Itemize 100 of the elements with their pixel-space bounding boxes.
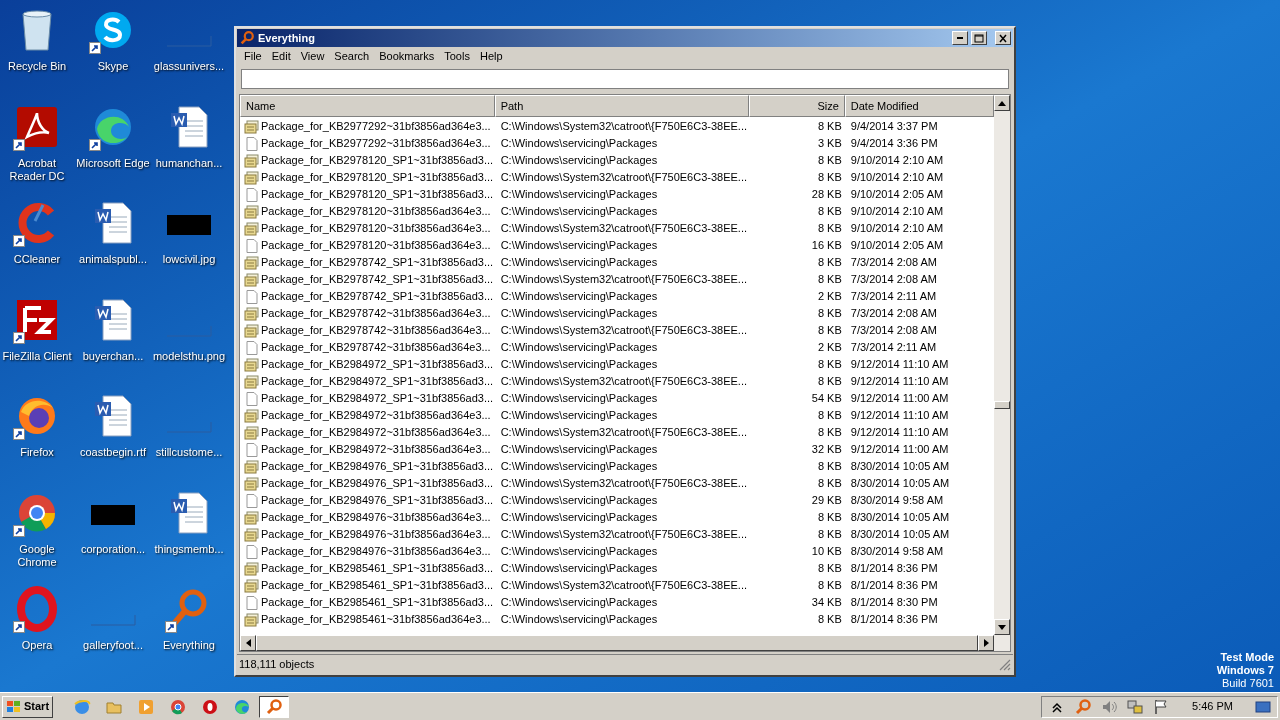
file-name[interactable]: Package_for_KB2984972~31bf3856ad364e3...: [261, 407, 491, 424]
file-name[interactable]: Package_for_KB2984972~31bf3856ad364e3...: [261, 424, 491, 441]
file-icon: [244, 187, 260, 202]
menu-item[interactable]: Bookmarks: [374, 48, 440, 65]
menu-item[interactable]: File: [239, 48, 267, 65]
desktop-icon-label[interactable]: lowcivil.jpg: [151, 253, 227, 267]
column-header[interactable]: Size: [749, 95, 845, 117]
file-path: C:\Windows\servicing\Packages: [499, 391, 659, 406]
arrow-right-icon[interactable]: [983, 639, 989, 647]
file-date: 9/4/2014 3:37 PM: [849, 119, 939, 134]
resize-grip-icon[interactable]: [999, 658, 1011, 671]
file-name[interactable]: Package_for_KB2984976~31bf3856ad364e3...: [261, 509, 491, 526]
file-name[interactable]: Package_for_KB2978742_SP1~31bf3856ad3...: [261, 271, 494, 288]
desktop-icon-label[interactable]: Google Chrome: [0, 542, 75, 569]
desktop-icon-label[interactable]: Everything: [151, 639, 227, 653]
horizontal-scrollbar[interactable]: [240, 635, 1010, 651]
desktop-icon-label[interactable]: corporation...: [75, 542, 151, 556]
desktop-icon-label[interactable]: buyerchan...: [75, 349, 151, 363]
file-name[interactable]: Package_for_KB2978742~31bf3856ad364e3...: [261, 339, 491, 356]
desktop-icon-label[interactable]: galleryfoot...: [75, 639, 151, 653]
file-name[interactable]: Package_for_KB2985461~31bf3856ad364e3...: [261, 611, 491, 628]
file-name[interactable]: Package_for_KB2984976~31bf3856ad364e3...: [261, 526, 491, 543]
file-name[interactable]: Package_for_KB2985461_SP1~31bf3856ad3...: [261, 594, 494, 611]
file-path: C:\Windows\servicing\Packages: [499, 306, 659, 321]
file-name[interactable]: Package_for_KB2978120~31bf3856ad364e3...: [261, 203, 491, 220]
desktop-icon-label[interactable]: Microsoft Edge: [75, 156, 151, 170]
desktop-icon-label[interactable]: glassunivers...: [151, 60, 227, 73]
file-name[interactable]: Package_for_KB2984972~31bf3856ad364e3...: [261, 441, 491, 458]
network-icon[interactable]: [1126, 697, 1145, 716]
file-name[interactable]: Package_for_KB2977292~31bf3856ad364e3...: [261, 135, 491, 152]
o-ring-icon: [201, 697, 220, 716]
desktop-icon-label[interactable]: Opera: [0, 639, 75, 653]
arrow-down-icon[interactable]: [998, 624, 1006, 630]
file-name[interactable]: Package_for_KB2978742~31bf3856ad364e3...: [261, 322, 491, 339]
file-date: 9/10/2014 2:10 AM: [849, 204, 945, 219]
desktop-icon-label[interactable]: coastbegin.rtf: [75, 446, 151, 460]
file-path: C:\Windows\servicing\Packages: [499, 510, 659, 525]
desktop-icon-label[interactable]: FileZilla Client: [0, 349, 75, 363]
desktop-icon-label[interactable]: stillcustome...: [151, 446, 227, 460]
column-header[interactable]: Name: [240, 95, 495, 117]
desktop-icon-label[interactable]: Acrobat Reader DC: [0, 156, 75, 183]
scroll-thumb[interactable]: [994, 401, 1010, 409]
file-date: 7/3/2014 2:08 AM: [849, 323, 938, 338]
desktop-icon-label[interactable]: humanchan...: [151, 156, 227, 170]
file-name[interactable]: Package_for_KB2978742_SP1~31bf3856ad3...: [261, 288, 494, 305]
file-name[interactable]: Package_for_KB2978742~31bf3856ad364e3...: [261, 305, 491, 322]
file-name[interactable]: Package_for_KB2978120_SP1~31bf3856ad3...: [261, 186, 494, 203]
file-path: C:\Windows\servicing\Packages: [499, 459, 659, 474]
desktop-icon-label[interactable]: modelsthu.png: [151, 349, 227, 363]
column-header[interactable]: Path: [494, 95, 750, 117]
vertical-scrollbar[interactable]: [994, 95, 1010, 635]
menu-item[interactable]: Edit: [266, 48, 296, 65]
file-name[interactable]: Package_for_KB2984972_SP1~31bf3856ad3...: [261, 356, 494, 373]
desktop-icon-label[interactable]: CCleaner: [0, 253, 75, 267]
start-button[interactable]: Start: [2, 695, 54, 718]
catalog-file-icon: [244, 357, 260, 372]
clock: 5:46 PM: [1192, 699, 1233, 715]
file-name[interactable]: Package_for_KB2984972_SP1~31bf3856ad3...: [261, 390, 494, 407]
desktop-icon-label[interactable]: Firefox: [0, 446, 75, 460]
file-date: 9/10/2014 2:10 AM: [849, 221, 945, 236]
file-name[interactable]: Package_for_KB2984976~31bf3856ad364e3...: [261, 543, 491, 560]
menu-item[interactable]: Tools: [439, 48, 475, 65]
column-header[interactable]: Date Modified: [844, 95, 994, 117]
file-name[interactable]: Package_for_KB2978120~31bf3856ad364e3...: [261, 220, 491, 237]
file-name[interactable]: Package_for_KB2978120~31bf3856ad364e3...: [261, 237, 491, 254]
maximize-button[interactable]: [971, 31, 987, 45]
menu-item[interactable]: Help: [474, 48, 508, 65]
file-name[interactable]: Package_for_KB2984976_SP1~31bf3856ad3...: [261, 458, 494, 475]
file-size: 8 KB: [816, 578, 843, 593]
file-icon: [244, 238, 260, 253]
search-field[interactable]: [241, 69, 1009, 89]
file-name[interactable]: Package_for_KB2978120_SP1~31bf3856ad3...: [261, 152, 494, 169]
file-name[interactable]: Package_for_KB2978742_SP1~31bf3856ad3...: [261, 254, 494, 271]
file-size: 8 KB: [816, 255, 843, 270]
desktop-icon-label[interactable]: animalspubl...: [75, 253, 151, 267]
desktop-icon-label[interactable]: Recycle Bin: [0, 60, 75, 73]
file-date: 7/3/2014 2:11 AM: [849, 289, 938, 304]
desktop-icon-label[interactable]: Skype: [75, 60, 151, 73]
file-path: C:\Windows\System32\catroot\{F750E6C3-38EE...: [499, 170, 749, 185]
file-name[interactable]: Package_for_KB2985461_SP1~31bf3856ad3...: [261, 560, 494, 577]
catalog-file-icon: [244, 578, 260, 593]
file-path: C:\Windows\System32\catroot\{F750E6C3-38EE...: [499, 476, 749, 491]
close-button[interactable]: [995, 31, 1011, 45]
file-name[interactable]: Package_for_KB2984976_SP1~31bf3856ad3...: [261, 475, 494, 492]
menu-item[interactable]: Search: [329, 48, 375, 65]
file-path: C:\Windows\servicing\Packages: [499, 238, 659, 253]
file-name[interactable]: Package_for_KB2978120_SP1~31bf3856ad3...: [261, 169, 494, 186]
menu-item[interactable]: View: [295, 48, 330, 65]
file-name[interactable]: Package_for_KB2985461_SP1~31bf3856ad3...: [261, 577, 494, 594]
minimize-button[interactable]: [952, 31, 968, 45]
file-date: 8/1/2014 8:36 PM: [849, 578, 939, 593]
arrow-left-icon[interactable]: [245, 639, 251, 647]
file-name[interactable]: Package_for_KB2977292~31bf3856ad364e3...: [261, 118, 491, 135]
desktop-icon-label[interactable]: thingsmemb...: [151, 542, 227, 556]
file-path: C:\Windows\servicing\Packages: [499, 187, 659, 202]
file-name[interactable]: Package_for_KB2984972_SP1~31bf3856ad3...: [261, 373, 494, 390]
taskbar-button[interactable]: [259, 695, 290, 718]
show-desktop-icon[interactable]: [1255, 699, 1271, 714]
file-name[interactable]: Package_for_KB2984976_SP1~31bf3856ad3...: [261, 492, 494, 509]
arrow-up-icon[interactable]: [998, 100, 1006, 106]
